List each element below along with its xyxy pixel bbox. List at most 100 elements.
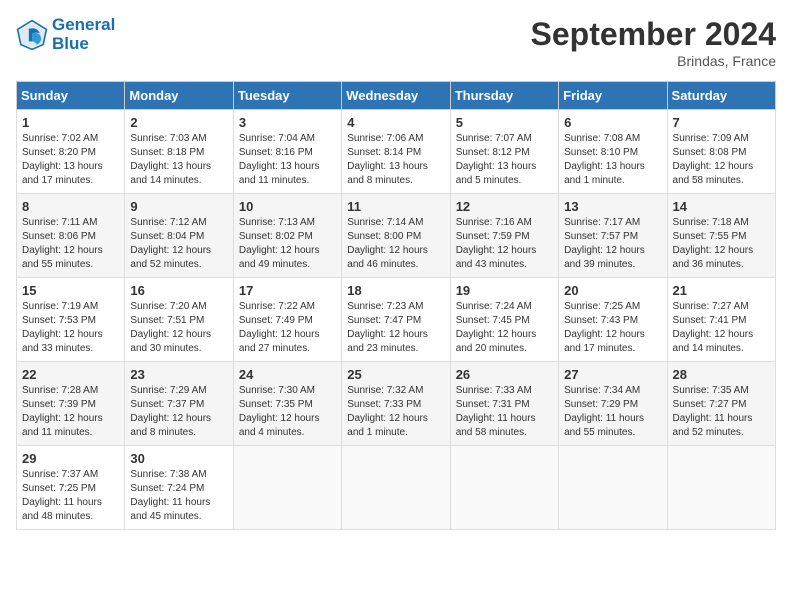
calendar-cell: 4 Sunrise: 7:06 AM Sunset: 8:14 PM Daylig… [342,110,450,194]
day-number: 15 [22,283,119,298]
calendar-cell: 7Sunrise: 7:09 AM Sunset: 8:08 PM Daylig… [667,110,775,194]
day-number: 23 [130,367,227,382]
day-info: Sunrise: 7:32 AM Sunset: 7:33 PM Dayligh… [347,384,444,440]
day-number: 14 [673,199,770,214]
day-info: Sunrise: 7:17 AM Sunset: 7:57 PM Dayligh… [564,216,661,272]
day-info: Sunrise: 7:24 AM Sunset: 7:45 PM Dayligh… [456,300,553,356]
day-number: 28 [673,367,770,382]
day-info: Sunrise: 7:16 AM Sunset: 7:59 PM Dayligh… [456,216,553,272]
calendar-cell: 28 Sunrise: 7:35 AM Sunset: 7:27 PM Dayli… [667,362,775,446]
col-thursday: Thursday [450,82,558,110]
calendar-cell: 6 Sunrise: 7:08 AM Sunset: 8:10 PM Daylig… [559,110,667,194]
day-number: 29 [22,451,119,466]
calendar-table: Sunday Monday Tuesday Wednesday Thursday… [16,81,776,530]
day-info: Sunrise: 7:19 AM Sunset: 7:53 PM Dayligh… [22,300,119,356]
day-number: 17 [239,283,336,298]
day-info: Sunrise: 7:13 AM Sunset: 8:02 PM Dayligh… [239,216,336,272]
day-info: Sunrise: 7:04 AM Sunset: 8:16 PM Dayligh… [239,132,336,188]
calendar-week-row: 22 Sunrise: 7:28 AM Sunset: 7:39 PM Dayli… [17,362,776,446]
day-info: Sunrise: 7:12 AM Sunset: 8:04 PM Dayligh… [130,216,227,272]
day-number: 26 [456,367,553,382]
logo-text: General Blue [52,16,115,53]
day-info: Sunrise: 7:09 AM Sunset: 8:08 PM Dayligh… [673,132,770,188]
day-info: Sunrise: 7:23 AM Sunset: 7:47 PM Dayligh… [347,300,444,356]
day-number: 4 [347,115,444,130]
day-info: Sunrise: 7:37 AM Sunset: 7:25 PM Dayligh… [22,468,119,524]
col-sunday: Sunday [17,82,125,110]
day-number: 10 [239,199,336,214]
calendar-cell: 25 Sunrise: 7:32 AM Sunset: 7:33 PM Dayli… [342,362,450,446]
day-info: Sunrise: 7:08 AM Sunset: 8:10 PM Dayligh… [564,132,661,188]
calendar-cell: 30Sunrise: 7:38 AM Sunset: 7:24 PM Dayli… [125,446,233,530]
day-number: 2 [130,115,227,130]
calendar-week-row: 8Sunrise: 7:11 AM Sunset: 8:06 PM Daylig… [17,194,776,278]
calendar-cell: 16 Sunrise: 7:20 AM Sunset: 7:51 PM Dayli… [125,278,233,362]
day-info: Sunrise: 7:20 AM Sunset: 7:51 PM Dayligh… [130,300,227,356]
month-title: September 2024 [531,16,776,53]
day-number: 27 [564,367,661,382]
calendar-cell [342,446,450,530]
day-number: 16 [130,283,227,298]
calendar-cell: 19Sunrise: 7:24 AM Sunset: 7:45 PM Dayli… [450,278,558,362]
day-info: Sunrise: 7:22 AM Sunset: 7:49 PM Dayligh… [239,300,336,356]
calendar-cell: 10 Sunrise: 7:13 AM Sunset: 8:02 PM Dayli… [233,194,341,278]
calendar-cell: 29 Sunrise: 7:37 AM Sunset: 7:25 PM Dayli… [17,446,125,530]
logo-icon [16,19,48,51]
location-subtitle: Brindas, France [531,53,776,69]
col-saturday: Saturday [667,82,775,110]
calendar-cell: 24 Sunrise: 7:30 AM Sunset: 7:35 PM Dayli… [233,362,341,446]
col-monday: Monday [125,82,233,110]
day-number: 22 [22,367,119,382]
calendar-cell: 20 Sunrise: 7:25 AM Sunset: 7:43 PM Dayli… [559,278,667,362]
calendar-cell: 12Sunrise: 7:16 AM Sunset: 7:59 PM Dayli… [450,194,558,278]
day-number: 21 [673,283,770,298]
calendar-week-row: 1 Sunrise: 7:02 AM Sunset: 8:20 PM Daylig… [17,110,776,194]
day-number: 6 [564,115,661,130]
calendar-cell: 22 Sunrise: 7:28 AM Sunset: 7:39 PM Dayli… [17,362,125,446]
logo: General Blue [16,16,115,53]
calendar-cell: 8Sunrise: 7:11 AM Sunset: 8:06 PM Daylig… [17,194,125,278]
calendar-cell: 13 Sunrise: 7:17 AM Sunset: 7:57 PM Dayli… [559,194,667,278]
calendar-week-row: 29 Sunrise: 7:37 AM Sunset: 7:25 PM Dayli… [17,446,776,530]
day-number: 3 [239,115,336,130]
day-number: 20 [564,283,661,298]
day-info: Sunrise: 7:11 AM Sunset: 8:06 PM Dayligh… [22,216,119,272]
day-info: Sunrise: 7:27 AM Sunset: 7:41 PM Dayligh… [673,300,770,356]
day-info: Sunrise: 7:29 AM Sunset: 7:37 PM Dayligh… [130,384,227,440]
day-number: 24 [239,367,336,382]
calendar-cell: 9 Sunrise: 7:12 AM Sunset: 8:04 PM Daylig… [125,194,233,278]
col-tuesday: Tuesday [233,82,341,110]
calendar-cell [667,446,775,530]
day-number: 25 [347,367,444,382]
day-info: Sunrise: 7:07 AM Sunset: 8:12 PM Dayligh… [456,132,553,188]
calendar-week-row: 15 Sunrise: 7:19 AM Sunset: 7:53 PM Dayli… [17,278,776,362]
day-number: 18 [347,283,444,298]
day-info: Sunrise: 7:35 AM Sunset: 7:27 PM Dayligh… [673,384,770,440]
calendar-cell [559,446,667,530]
day-number: 1 [22,115,119,130]
title-block: September 2024 Brindas, France [531,16,776,69]
col-friday: Friday [559,82,667,110]
day-number: 9 [130,199,227,214]
calendar-cell: 21 Sunrise: 7:27 AM Sunset: 7:41 PM Dayli… [667,278,775,362]
col-wednesday: Wednesday [342,82,450,110]
calendar-cell: 15 Sunrise: 7:19 AM Sunset: 7:53 PM Dayli… [17,278,125,362]
day-info: Sunrise: 7:30 AM Sunset: 7:35 PM Dayligh… [239,384,336,440]
day-info: Sunrise: 7:25 AM Sunset: 7:43 PM Dayligh… [564,300,661,356]
calendar-cell: 5 Sunrise: 7:07 AM Sunset: 8:12 PM Daylig… [450,110,558,194]
calendar-cell: 14Sunrise: 7:18 AM Sunset: 7:55 PM Dayli… [667,194,775,278]
calendar-cell: 2 Sunrise: 7:03 AM Sunset: 8:18 PM Daylig… [125,110,233,194]
calendar-cell [450,446,558,530]
calendar-cell [233,446,341,530]
day-info: Sunrise: 7:03 AM Sunset: 8:18 PM Dayligh… [130,132,227,188]
day-info: Sunrise: 7:38 AM Sunset: 7:24 PM Dayligh… [130,468,227,524]
page-header: General Blue September 2024 Brindas, Fra… [16,16,776,69]
day-info: Sunrise: 7:02 AM Sunset: 8:20 PM Dayligh… [22,132,119,188]
day-info: Sunrise: 7:28 AM Sunset: 7:39 PM Dayligh… [22,384,119,440]
calendar-cell: 18 Sunrise: 7:23 AM Sunset: 7:47 PM Dayli… [342,278,450,362]
calendar-cell: 3 Sunrise: 7:04 AM Sunset: 8:16 PM Daylig… [233,110,341,194]
calendar-cell: 1 Sunrise: 7:02 AM Sunset: 8:20 PM Daylig… [17,110,125,194]
day-number: 13 [564,199,661,214]
day-info: Sunrise: 7:06 AM Sunset: 8:14 PM Dayligh… [347,132,444,188]
day-number: 5 [456,115,553,130]
